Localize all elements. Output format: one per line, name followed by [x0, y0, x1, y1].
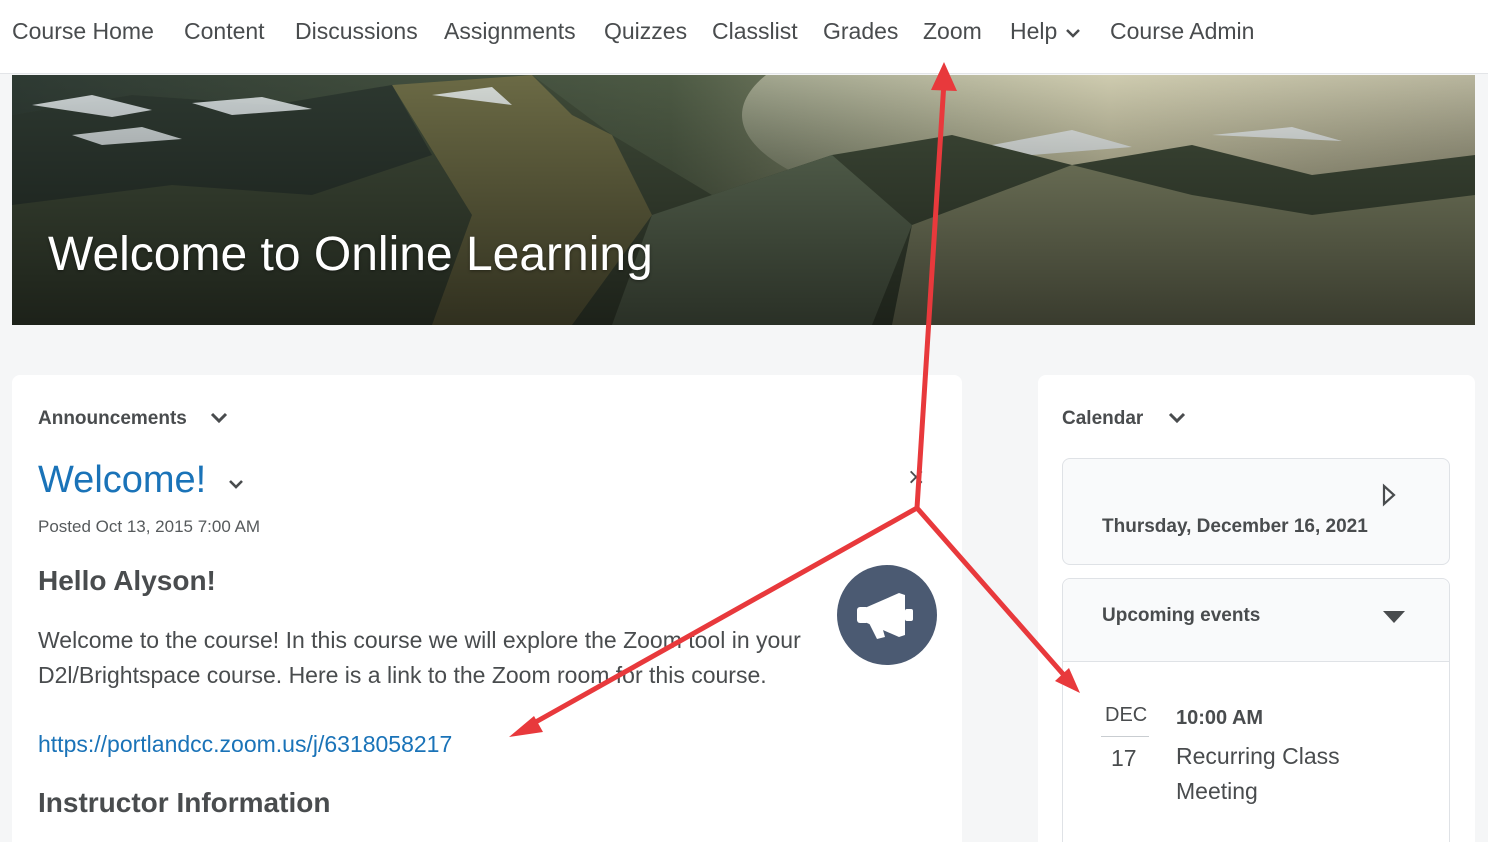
- nav-course-home[interactable]: Course Home: [12, 18, 154, 45]
- event-day: 17: [1111, 745, 1137, 771]
- course-navbar: Course Home Content Discussions Assignme…: [0, 0, 1488, 74]
- megaphone-icon: [837, 565, 937, 665]
- announcement-title-link[interactable]: Welcome!: [38, 459, 206, 502]
- event-date-divider: [1101, 736, 1149, 737]
- nav-content[interactable]: Content: [184, 18, 265, 45]
- chevron-down-icon[interactable]: [210, 411, 228, 425]
- chevron-down-icon: [1066, 29, 1081, 38]
- upcoming-events-title: Upcoming events: [1102, 605, 1261, 626]
- chevron-down-icon[interactable]: [228, 479, 244, 491]
- event-title-link[interactable]: Recurring Class Meeting: [1176, 739, 1406, 809]
- greeting-heading: Hello Alyson!: [38, 565, 216, 596]
- nav-course-admin[interactable]: Course Admin: [1110, 18, 1254, 45]
- upcoming-events-header[interactable]: Upcoming events: [1063, 579, 1449, 662]
- event-month: DEC: [1105, 704, 1148, 726]
- current-date-panel: Thursday, December 16, 2021: [1062, 458, 1450, 565]
- nav-help-label: Help: [1010, 18, 1058, 44]
- chevron-down-icon[interactable]: [1168, 411, 1186, 425]
- mountain-landscape-image: [12, 75, 1475, 325]
- posted-date: Posted Oct 13, 2015 7:00 AM: [38, 517, 261, 536]
- nav-quizzes[interactable]: Quizzes: [604, 18, 687, 45]
- calendar-widget-title: Calendar: [1062, 408, 1144, 429]
- current-date: Thursday, December 16, 2021: [1102, 516, 1368, 537]
- calendar-widget: Calendar Thursday, December 16, 2021 Upc…: [1038, 375, 1475, 842]
- nav-classlist[interactable]: Classlist: [712, 18, 798, 45]
- nav-grades[interactable]: Grades: [823, 18, 898, 45]
- course-banner: Welcome to Online Learning: [12, 75, 1475, 325]
- dismiss-button[interactable]: ×: [907, 465, 925, 490]
- event-time: 10:00 AM: [1176, 707, 1264, 729]
- instructor-info-heading: Instructor Information: [38, 787, 331, 818]
- zoom-room-link[interactable]: https://portlandcc.zoom.us/j/6318058217: [38, 731, 452, 758]
- nav-assignments[interactable]: Assignments: [444, 18, 576, 45]
- nav-zoom[interactable]: Zoom: [923, 18, 982, 45]
- caret-down-icon[interactable]: [1381, 609, 1407, 625]
- announcement-body: Welcome to the course! In this course we…: [38, 627, 801, 688]
- upcoming-events-panel: Upcoming events DEC 17 10:00 AM Recurrin…: [1062, 578, 1450, 842]
- next-day-arrow-icon[interactable]: [1381, 483, 1397, 507]
- nav-discussions[interactable]: Discussions: [295, 18, 418, 45]
- announcements-widget-title: Announcements: [38, 408, 187, 429]
- nav-help-menu[interactable]: Help: [1010, 18, 1081, 45]
- banner-title: Welcome to Online Learning: [48, 228, 653, 281]
- announcements-widget: Announcements Welcome! × Posted Oct 13, …: [12, 375, 962, 842]
